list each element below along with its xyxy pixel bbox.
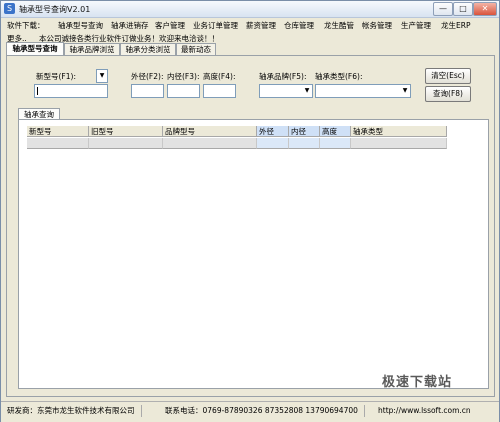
clear-button[interactable]: 清空(Esc) (425, 68, 471, 84)
menu-item-bearing-query[interactable]: 轴承型号查询 (58, 20, 103, 31)
minimize-button[interactable]: — (433, 2, 453, 16)
app-window: S 轴承型号查询V2.01 — □ ✕ 软件下载： 轴承型号查询 轴承进销存 客… (0, 0, 500, 422)
website-link[interactable]: http://www.lssoft.com.cn (378, 405, 477, 417)
outer-diameter-label: 外径(F2): (131, 72, 164, 81)
height-label: 高度(F4): (203, 72, 236, 81)
table-cell[interactable] (89, 138, 163, 149)
table-cell[interactable] (320, 138, 351, 149)
type-label: 轴承类型(F6): (315, 72, 363, 81)
text-caret (37, 87, 38, 95)
column-header-inner[interactable]: 内径 (289, 126, 320, 137)
inner-diameter-label: 内径(F3): (167, 72, 200, 81)
menu-item-bearing-inventory[interactable]: 轴承进销存 (111, 20, 149, 31)
table-cell[interactable] (27, 138, 89, 149)
table-cell[interactable] (351, 138, 447, 149)
column-header-height[interactable]: 高度 (320, 126, 351, 137)
notice-bar: 更多.. 本公司诚接各类行业软件订做业务！欢迎来电洽谈！！ (1, 33, 499, 43)
title-bar: S 轴承型号查询V2.01 — □ ✕ (1, 1, 499, 18)
menu-label-download: 软件下载： (7, 21, 45, 30)
chevron-down-icon: ▼ (304, 87, 310, 94)
results-grid[interactable]: 新型号 旧型号 品牌型号 外径 内径 高度 轴承类型 (18, 119, 489, 389)
chevron-down-icon: ▼ (402, 87, 408, 94)
tab-brand-browse[interactable]: 轴承品牌浏览 (64, 43, 120, 55)
tab-latest-news[interactable]: 最新动态 (176, 43, 216, 55)
menu-item-erp[interactable]: 龙生ERP (441, 20, 470, 31)
table-cell[interactable] (257, 138, 289, 149)
column-header-old-model[interactable]: 旧型号 (89, 126, 163, 137)
table-cell[interactable] (289, 138, 320, 149)
menu-item-salary[interactable]: 薪资管理 (246, 20, 276, 31)
column-header-outer[interactable]: 外径 (257, 126, 289, 137)
menu-item-orders[interactable]: 业务订单管理 (193, 20, 238, 31)
menu-item-customer[interactable]: 客户管理 (155, 20, 185, 31)
column-header-new-model[interactable]: 新型号 (27, 126, 89, 137)
menu-item-longsheng-manage[interactable]: 龙生酷管 (324, 20, 354, 31)
menu-bar: 软件下载： 轴承型号查询 轴承进销存 客户管理 业务订单管理 薪资管理 仓库管理… (1, 19, 499, 31)
menu-item-accounts[interactable]: 帐务管理 (362, 20, 392, 31)
phone-text: 联系电话：0769-87890326 87352808 13790694700 (165, 405, 365, 417)
table-row[interactable] (27, 138, 447, 149)
type-select[interactable]: ▼ (315, 84, 411, 98)
app-icon: S (4, 3, 15, 14)
chevron-down-icon: ▼ (99, 72, 105, 79)
status-bar: 研发商：东莞市龙生软件技术有限公司 联系电话：0769-87890326 873… (1, 401, 499, 422)
brand-label: 轴承品牌(F5): (259, 72, 307, 81)
menu-item-warehouse[interactable]: 仓库管理 (284, 20, 314, 31)
model-prefix-dropdown[interactable]: ▼ (96, 69, 108, 83)
column-header-brand-model[interactable]: 品牌型号 (163, 126, 257, 137)
model-label: 新型号(F1): (36, 72, 76, 81)
outer-diameter-input[interactable] (131, 84, 164, 98)
tab-category-browse[interactable]: 轴承分类浏览 (120, 43, 176, 55)
developer-text: 研发商：东莞市龙生软件技术有限公司 (7, 405, 142, 417)
column-header-type[interactable]: 轴承类型 (351, 126, 447, 137)
maximize-button[interactable]: □ (453, 2, 473, 16)
inner-diameter-input[interactable] (167, 84, 200, 98)
table-cell[interactable] (163, 138, 257, 149)
watermark-text: 极速下载站 (382, 375, 453, 390)
brand-select[interactable]: ▼ (259, 84, 313, 98)
menu-item-production[interactable]: 生产管理 (401, 20, 431, 31)
query-button[interactable]: 查询(F8) (425, 86, 471, 102)
height-input[interactable] (203, 84, 236, 98)
window-title: 轴承型号查询V2.01 (19, 5, 91, 14)
tab-bearing-query[interactable]: 轴承型号查询 (6, 42, 64, 55)
model-input[interactable] (34, 84, 108, 98)
close-button[interactable]: ✕ (473, 2, 497, 16)
